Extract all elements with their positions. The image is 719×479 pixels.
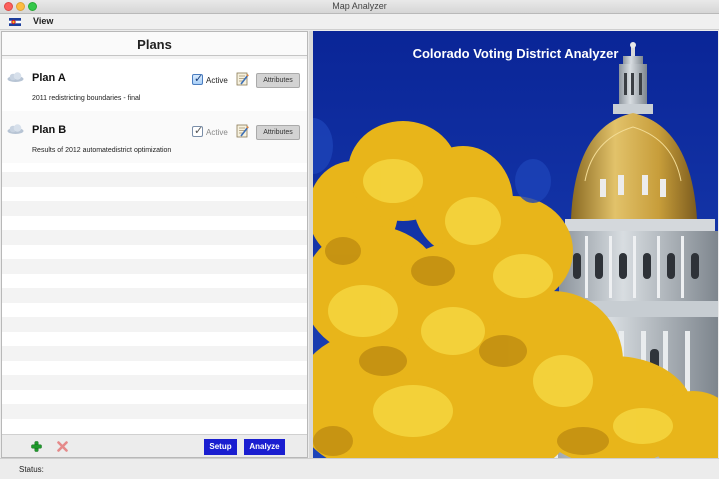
cloud-icon: [7, 72, 24, 82]
plans-header: Plans: [2, 32, 307, 56]
edit-plan-icon[interactable]: [236, 72, 249, 86]
active-checkbox[interactable]: ✓: [192, 125, 203, 137]
plans-list: Plan A 2011 redistricting boundaries - f…: [2, 56, 307, 434]
plans-toolbar: Setup Analyze: [2, 434, 307, 457]
image-title: Colorado Voting District Analyzer: [412, 46, 619, 61]
plan-row-b[interactable]: Plan B Results of 2012 automatedistrict …: [2, 111, 307, 163]
attributes-button[interactable]: Attributes: [256, 73, 300, 88]
remove-plan-icon[interactable]: [57, 441, 68, 452]
active-label: Active: [206, 128, 228, 137]
plan-name: Plan B: [32, 124, 67, 136]
setup-button[interactable]: Setup: [204, 439, 237, 455]
colorado-flag-icon: [9, 18, 21, 26]
menu-view[interactable]: View: [33, 16, 53, 26]
plan-description: Results of 2012 automatedistrict optimiz…: [32, 147, 172, 154]
plans-panel: Plans Plan A 2011 redistricting boundari…: [1, 31, 308, 458]
active-label: Active: [206, 76, 228, 85]
add-plan-icon[interactable]: [31, 441, 42, 452]
plan-name: Plan A: [32, 72, 66, 84]
active-checkbox[interactable]: ✓: [192, 73, 203, 85]
capitol-image-panel: Colorado Voting District Analyzer: [313, 31, 718, 458]
plan-row-a[interactable]: Plan A 2011 redistricting boundaries - f…: [2, 59, 307, 111]
menu-bar: View: [0, 14, 719, 30]
attributes-button[interactable]: Attributes: [256, 125, 300, 140]
analyze-button[interactable]: Analyze: [244, 439, 285, 455]
plans-title: Plans: [137, 37, 172, 52]
status-bar: Status:: [0, 458, 719, 479]
capitol-photo: [313, 31, 718, 458]
cloud-icon: [7, 124, 24, 134]
title-bar: Map Analyzer: [0, 0, 719, 14]
status-label: Status:: [19, 465, 44, 474]
window-title: Map Analyzer: [332, 1, 387, 11]
edit-plan-icon[interactable]: [236, 124, 249, 138]
plan-description: 2011 redistricting boundaries - final: [32, 95, 141, 102]
